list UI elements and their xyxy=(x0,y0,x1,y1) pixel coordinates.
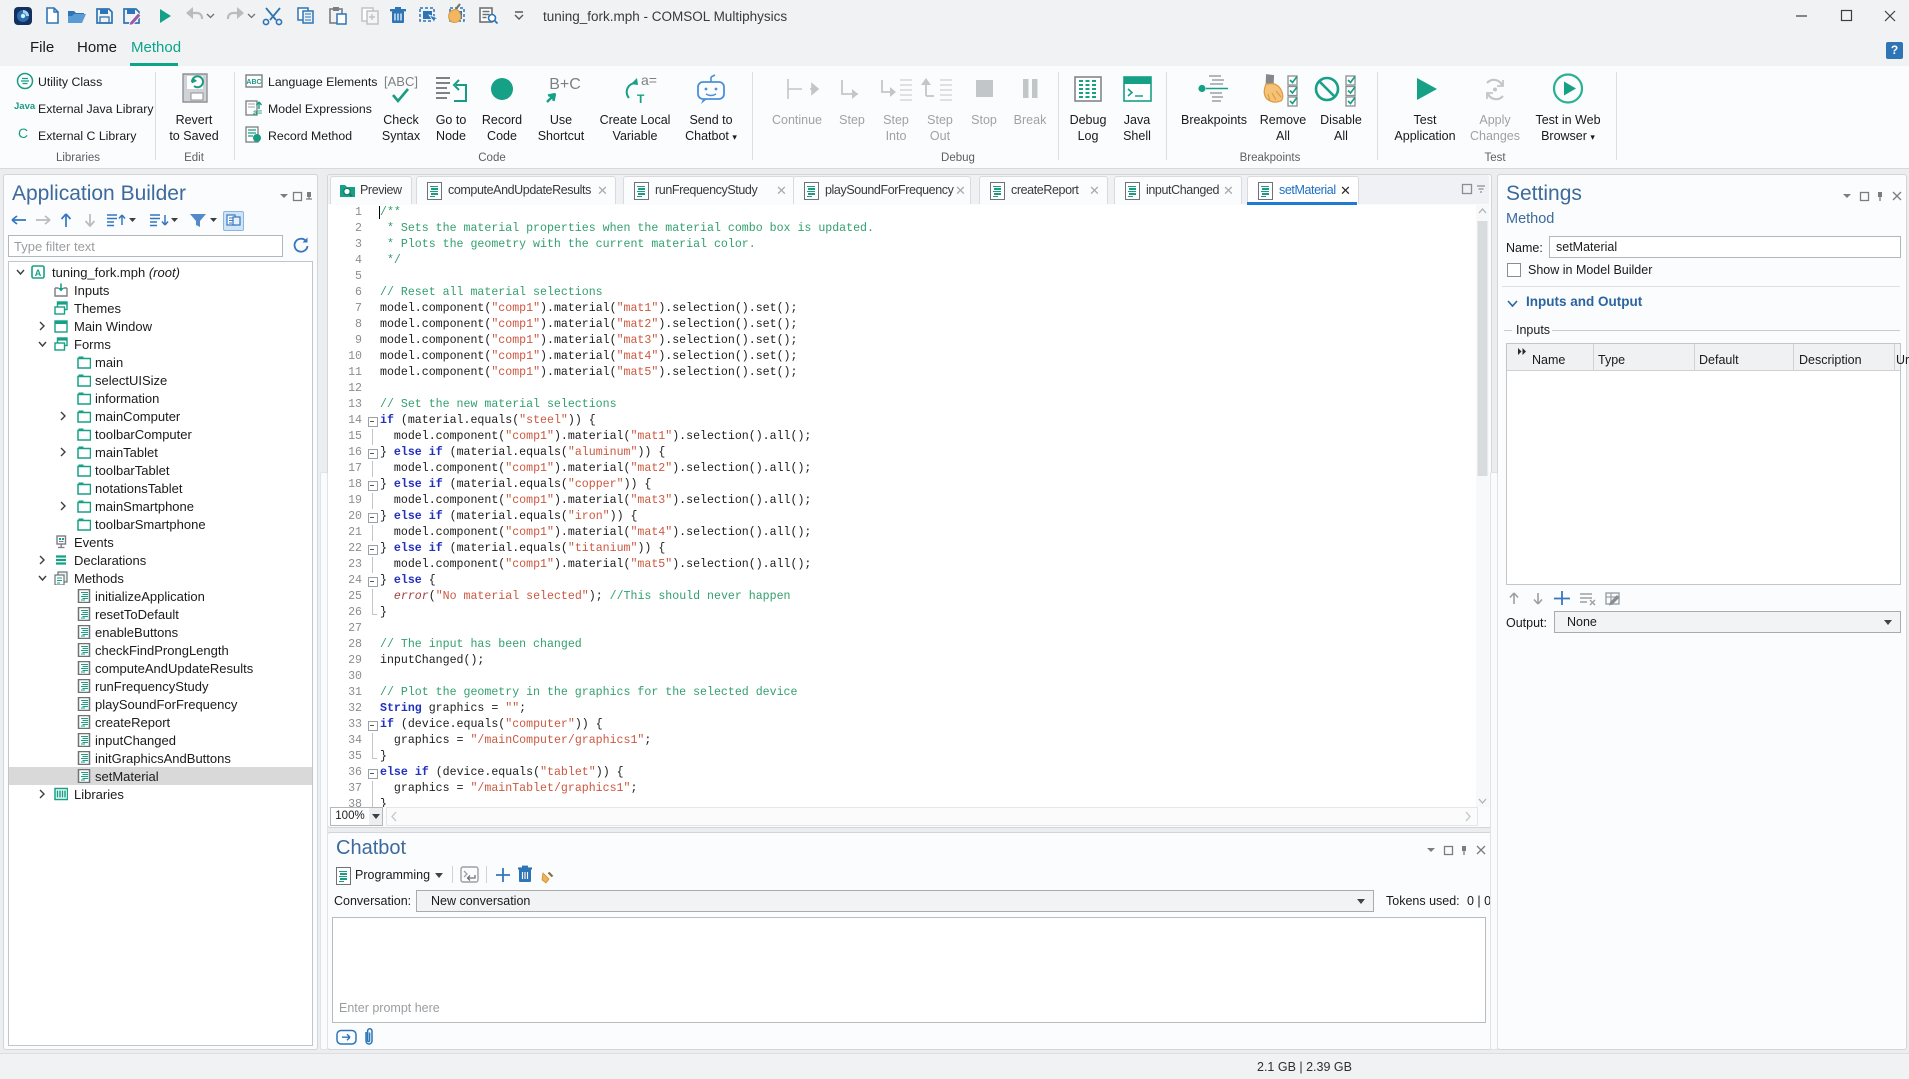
svg-text:a=: a= xyxy=(641,72,657,88)
svg-text:T: T xyxy=(637,92,645,106)
svg-text:A: A xyxy=(35,268,42,278)
svg-text:a=: a= xyxy=(253,108,262,117)
svg-text:ABC: ABC xyxy=(246,79,261,86)
svg-text:B+C: B+C xyxy=(549,76,581,93)
